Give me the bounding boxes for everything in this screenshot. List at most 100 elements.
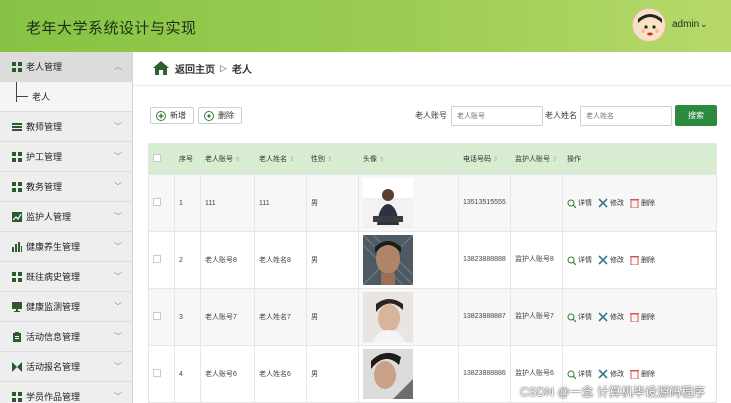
sidebar-item-label: 活动信息管理 — [26, 332, 81, 342]
sidebar-item-medical-history-management[interactable]: 既往病史管理 ﹀ — [0, 262, 132, 292]
name-cell: 老人姓名7 — [254, 288, 307, 346]
avatar-cell — [358, 345, 459, 403]
avatar-cell — [358, 288, 459, 346]
grid-icon — [12, 271, 22, 282]
close-circle-icon — [204, 110, 214, 121]
sidebar-item-label: 活动报名管理 — [26, 362, 81, 372]
sidebar-item-academic-management[interactable]: 教务管理 ﹀ — [0, 172, 132, 202]
guardian-cell — [510, 174, 563, 232]
edit-button[interactable]: 修改 — [598, 255, 624, 265]
sidebar-item-label: 健康监测管理 — [26, 302, 81, 312]
index-cell: 3 — [174, 288, 201, 346]
gender-cell: 男 — [306, 288, 359, 346]
sidebar-item-student-works-management[interactable]: 学员作品管理 ﹀ — [0, 382, 132, 403]
search-button[interactable]: 搜索 — [675, 105, 717, 126]
sidebar-item-label: 老人 — [32, 92, 51, 102]
table-header-row: 序号 老人账号 ⇕ 老人姓名 ⇕ 性别 ⇕ 头像 ⇕ 电话号码 ⇕ 监护人账号 ⇕ 操作 — [148, 143, 717, 175]
home-icon[interactable] — [153, 61, 169, 75]
trash-icon — [630, 199, 639, 208]
sidebar-item-activity-info-management[interactable]: 活动信息管理 ﹀ — [0, 322, 132, 352]
column-header[interactable]: 性别 ⇕ — [306, 143, 359, 175]
tree-line — [16, 82, 17, 102]
name-filter-label: 老人姓名 — [545, 111, 577, 120]
detail-icon — [567, 370, 576, 379]
monitor-icon — [12, 301, 22, 312]
avatar-cell — [358, 174, 459, 232]
avatar-cell — [358, 231, 459, 289]
sidebar-item-teacher-management[interactable]: 教师管理 ﹀ — [0, 112, 132, 142]
elder-table: 序号 老人账号 ⇕ 老人姓名 ⇕ 性别 ⇕ 头像 ⇕ 电话号码 ⇕ 监护人账号 ⇕ 操作 1… — [148, 143, 717, 403]
name-cell: 老人姓名8 — [254, 231, 307, 289]
row-select-cell — [148, 345, 175, 403]
column-header[interactable]: 监护人账号 ⇕ — [510, 143, 563, 175]
chevron-down-icon[interactable]: ⌄ — [700, 19, 708, 30]
bar-chart-icon — [12, 241, 22, 252]
name-search-input[interactable] — [580, 106, 672, 126]
chevron-down-icon: ﹀ — [114, 392, 122, 401]
chevron-down-icon: ﹀ — [114, 362, 122, 371]
sidebar-item-guardian-management[interactable]: 监护人管理 ﹀ — [0, 202, 132, 232]
chevron-down-icon: ﹀ — [114, 152, 122, 161]
detail-button[interactable]: 详情 — [567, 198, 592, 208]
row-delete-button[interactable]: 删除 — [630, 198, 655, 208]
detail-button[interactable]: 详情 — [567, 369, 592, 379]
edit-button[interactable]: 修改 — [598, 312, 624, 322]
row-delete-button[interactable]: 删除 — [630, 369, 655, 379]
breadcrumb-home-link[interactable]: 返回主页 — [175, 61, 215, 76]
username[interactable]: admin — [672, 19, 699, 30]
actions-cell: 详情 修改 删除 — [562, 174, 717, 232]
row-checkbox[interactable] — [153, 255, 161, 263]
column-header[interactable]: 电话号码 ⇕ — [458, 143, 511, 175]
sidebar-item-health-management[interactable]: 健康养生管理 ﹀ — [0, 232, 132, 262]
avatar-photo — [363, 235, 413, 285]
actions-cell: 详情 修改 删除 — [562, 288, 717, 346]
account-search-input[interactable] — [451, 106, 543, 126]
sidebar-item-caregiver-management[interactable]: 护工管理 ﹀ — [0, 142, 132, 172]
column-header[interactable]: 序号 — [174, 143, 201, 175]
user-avatar[interactable] — [632, 8, 666, 42]
wrench-icon — [598, 369, 608, 379]
add-button[interactable]: 新增 — [150, 107, 194, 124]
edit-button[interactable]: 修改 — [598, 198, 624, 208]
sidebar-subitem-elder[interactable]: 老人 — [0, 82, 132, 112]
sidebar-item-health-monitor-management[interactable]: 健康监测管理 ﹀ — [0, 292, 132, 322]
chevron-down-icon: ﹀ — [114, 332, 122, 341]
row-select-cell — [148, 174, 175, 232]
index-cell: 1 — [174, 174, 201, 232]
table-row: 3 老人账号7 老人姓名7 男 13823888887 监护人账号7 详情 修改… — [148, 288, 717, 346]
name-cell: 111 — [254, 174, 307, 232]
column-header[interactable]: 头像 ⇕ — [358, 143, 459, 175]
row-delete-button[interactable]: 删除 — [630, 255, 655, 265]
exchange-icon — [12, 361, 22, 372]
sidebar-item-elder-management[interactable]: 老人管理 ︿ — [0, 52, 132, 82]
row-checkbox[interactable] — [153, 312, 161, 320]
delete-button[interactable]: 删除 — [198, 107, 242, 124]
row-checkbox[interactable] — [153, 198, 161, 206]
sort-icon: ⇕ — [552, 157, 558, 163]
breadcrumb: 返回主页 ▷ 老人 — [153, 60, 252, 76]
trash-icon — [630, 370, 639, 379]
grid-icon — [12, 391, 22, 402]
select-all-checkbox[interactable] — [153, 154, 161, 162]
tree-dash — [16, 96, 28, 97]
grid-icon — [12, 61, 22, 72]
actions-cell: 详情 修改 删除 — [562, 231, 717, 289]
row-checkbox[interactable] — [153, 369, 161, 377]
sidebar-item-activity-signup-management[interactable]: 活动报名管理 ﹀ — [0, 352, 132, 382]
plus-circle-icon — [156, 110, 166, 121]
account-cell: 111 — [200, 174, 255, 232]
clipboard-icon — [12, 331, 22, 342]
column-header[interactable]: 老人姓名 ⇕ — [254, 143, 307, 175]
chevron-down-icon: ﹀ — [114, 182, 122, 191]
trash-icon — [630, 313, 639, 322]
column-header[interactable]: 老人账号 ⇕ — [200, 143, 255, 175]
edit-button[interactable]: 修改 — [598, 369, 624, 379]
detail-icon — [567, 199, 576, 208]
wrench-icon — [598, 198, 608, 208]
detail-button[interactable]: 详情 — [567, 312, 592, 322]
detail-button[interactable]: 详情 — [567, 255, 592, 265]
avatar-photo — [363, 292, 413, 342]
name-cell: 老人姓名6 — [254, 345, 307, 403]
row-delete-button[interactable]: 删除 — [630, 312, 655, 322]
phone-cell: 13823888886 — [458, 345, 511, 403]
